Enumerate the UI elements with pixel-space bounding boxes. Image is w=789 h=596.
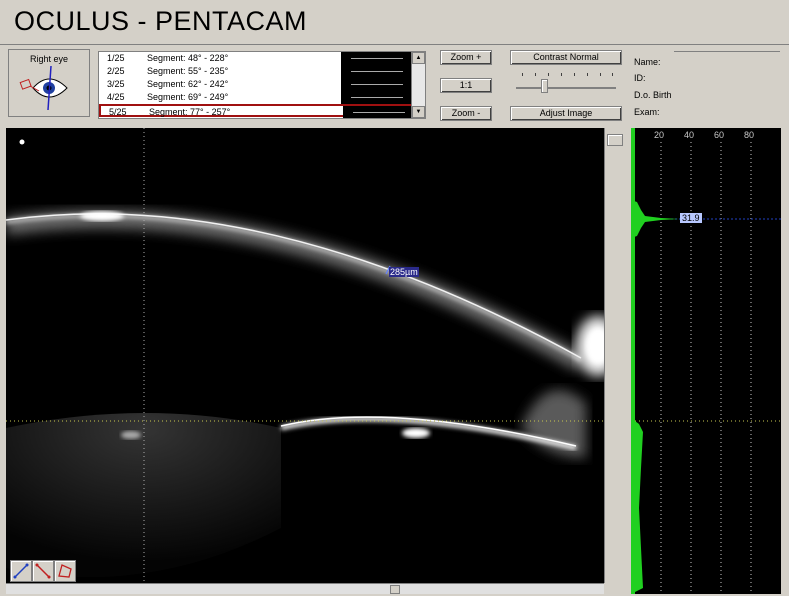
scroll-down-icon[interactable]: ▼	[412, 106, 425, 118]
scheimpflug-image	[6, 128, 604, 583]
line-tool-icon[interactable]	[32, 560, 54, 582]
thickness-measurement-label: 285µm	[389, 267, 419, 277]
segment-thumbnail	[341, 78, 411, 91]
eye-icon	[19, 65, 68, 111]
segment-list[interactable]: 1/25 Segment: 48° - 228° 2/25 Segment: 5…	[98, 51, 426, 119]
patient-field-line	[674, 51, 780, 52]
segment-thumbnail	[343, 106, 413, 118]
patient-name-label: Name:	[634, 57, 661, 67]
densitometry-graph[interactable]: 20 40 60 80 31.9	[631, 128, 781, 594]
segment-row[interactable]: 4/25 Segment: 69° - 249°	[99, 91, 411, 104]
segment-row[interactable]: 2/25 Segment: 55° - 235°	[99, 65, 411, 78]
slider-tick	[612, 73, 613, 76]
toolbar: Right eye 1/25 Segment: 48° - 228° 2/25 …	[0, 44, 789, 124]
scrollbar-thumb[interactable]	[607, 134, 623, 146]
segment-number: 5/25	[109, 107, 127, 117]
image-horizontal-scrollbar[interactable]	[6, 583, 604, 594]
density-profile	[631, 128, 781, 594]
patient-exam-label: Exam:	[634, 107, 660, 117]
eye-label: Right eye	[29, 54, 69, 64]
segment-number: 4/25	[107, 92, 125, 102]
slider-tick	[587, 73, 588, 76]
slider-tick	[561, 73, 562, 76]
scroll-up-icon[interactable]: ▲	[412, 52, 425, 64]
segment-range: Segment: 69° - 249°	[147, 92, 229, 102]
app-title: OCULUS - PENTACAM	[14, 6, 308, 36]
eye-indicator: Right eye	[8, 49, 90, 117]
slider-tick	[535, 73, 536, 76]
segment-row[interactable]: 3/25 Segment: 62° - 242°	[99, 78, 411, 91]
segment-row[interactable]: 1/25 Segment: 48° - 228°	[99, 52, 411, 65]
scheimpflug-image-view[interactable]: 285µm	[6, 128, 604, 583]
segment-row-selected[interactable]: 5/25 Segment: 77° - 257°	[99, 104, 413, 118]
zoom-out-button[interactable]: Zoom -	[440, 106, 492, 121]
slider-tick	[600, 73, 601, 76]
segment-range: Segment: 77° - 257°	[149, 107, 231, 117]
slider-tick	[574, 73, 575, 76]
segment-thumbnail	[341, 91, 411, 104]
patient-id-label: ID:	[634, 73, 646, 83]
segment-range: Segment: 48° - 228°	[147, 53, 229, 63]
slider-tick	[522, 73, 523, 76]
distance-tool-icon[interactable]	[10, 560, 32, 582]
contrast-button[interactable]: Contrast Normal	[510, 50, 622, 65]
slider-track	[516, 87, 616, 89]
patient-info: Name: ID: D.o. Birth Exam:	[628, 47, 780, 119]
slider-thumb[interactable]	[541, 79, 548, 93]
adjust-image-button[interactable]: Adjust Image	[510, 106, 622, 121]
segment-thumbnail	[341, 52, 411, 65]
zoom-reset-button[interactable]: 1:1	[440, 78, 492, 93]
segment-range: Segment: 62° - 242°	[147, 79, 229, 89]
slider-tick	[548, 73, 549, 76]
segment-range: Segment: 55° - 235°	[147, 66, 229, 76]
scrollbar-thumb[interactable]	[390, 585, 400, 594]
segment-number: 2/25	[107, 66, 125, 76]
polygon-tool-icon[interactable]	[54, 560, 76, 582]
patient-dob-label: D.o. Birth	[634, 90, 672, 100]
segment-list-scrollbar[interactable]: ▲ ▼	[411, 52, 425, 118]
app-title-bar: OCULUS - PENTACAM	[0, 0, 789, 44]
image-vertical-scrollbar[interactable]	[604, 128, 626, 583]
graph-peak-label: 31.9	[680, 213, 702, 223]
segment-number: 3/25	[107, 79, 125, 89]
zoom-in-button[interactable]: Zoom +	[440, 50, 492, 65]
segment-thumbnail	[341, 65, 411, 78]
segment-number: 1/25	[107, 53, 125, 63]
